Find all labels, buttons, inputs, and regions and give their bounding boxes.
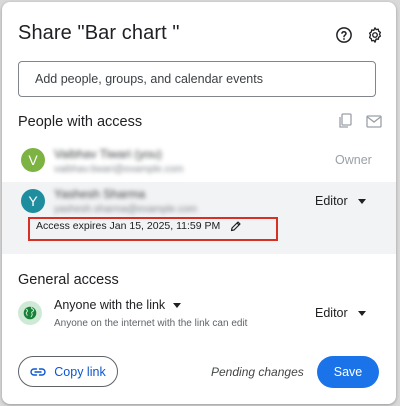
dropdown-arrow-icon [173,302,182,308]
save-button[interactable]: Save [317,356,379,388]
access-expiry: Access expires Jan 15, 2025, 11:59 PM [36,220,242,232]
owner-role-label: Owner [335,153,372,167]
copy-link-label: Copy link [54,364,106,379]
pencil-edit-icon[interactable] [230,220,242,232]
person-email: yashesh.sharma@example.com [54,204,197,215]
add-people-placeholder: Add people, groups, and calendar events [35,72,263,86]
access-expiry-text: Access expires Jan 15, 2025, 11:59 PM [36,220,221,232]
dialog-title: Share "Bar chart " [18,22,180,44]
people-with-access-heading: People with access [18,114,143,130]
person-email: vaibhav.tiwari@example.com [54,164,184,175]
dropdown-arrow-icon [357,198,366,204]
share-dialog: Share "Bar chart " Add people, groups, a… [2,2,396,404]
person-name: Yashesh Sharma [54,187,146,201]
mail-icon[interactable] [365,112,383,130]
role-dropdown[interactable]: Editor [315,194,366,208]
avatar: Y [21,189,45,213]
help-circle-icon[interactable] [333,24,355,46]
link-icon [30,367,46,377]
avatar: V [21,148,45,172]
general-role-dropdown[interactable]: Editor [315,306,366,320]
gear-icon[interactable] [364,24,386,46]
role-label: Editor [315,306,348,320]
role-label: Editor [315,194,348,208]
globe-icon [18,301,42,325]
pending-changes-text: Pending changes [211,365,304,379]
person-name: Vaibhav Tiwari (you) [54,147,162,161]
general-access-heading: General access [18,272,119,288]
link-access-label: Anyone with the link [54,298,166,312]
dropdown-arrow-icon [357,310,366,316]
copy-emails-icon[interactable] [336,112,354,130]
copy-link-button[interactable]: Copy link [18,356,118,387]
add-people-input[interactable]: Add people, groups, and calendar events [18,61,376,97]
link-access-description: Anyone on the internet with the link can… [54,318,248,329]
link-access-dropdown[interactable]: Anyone with the link [54,298,182,312]
